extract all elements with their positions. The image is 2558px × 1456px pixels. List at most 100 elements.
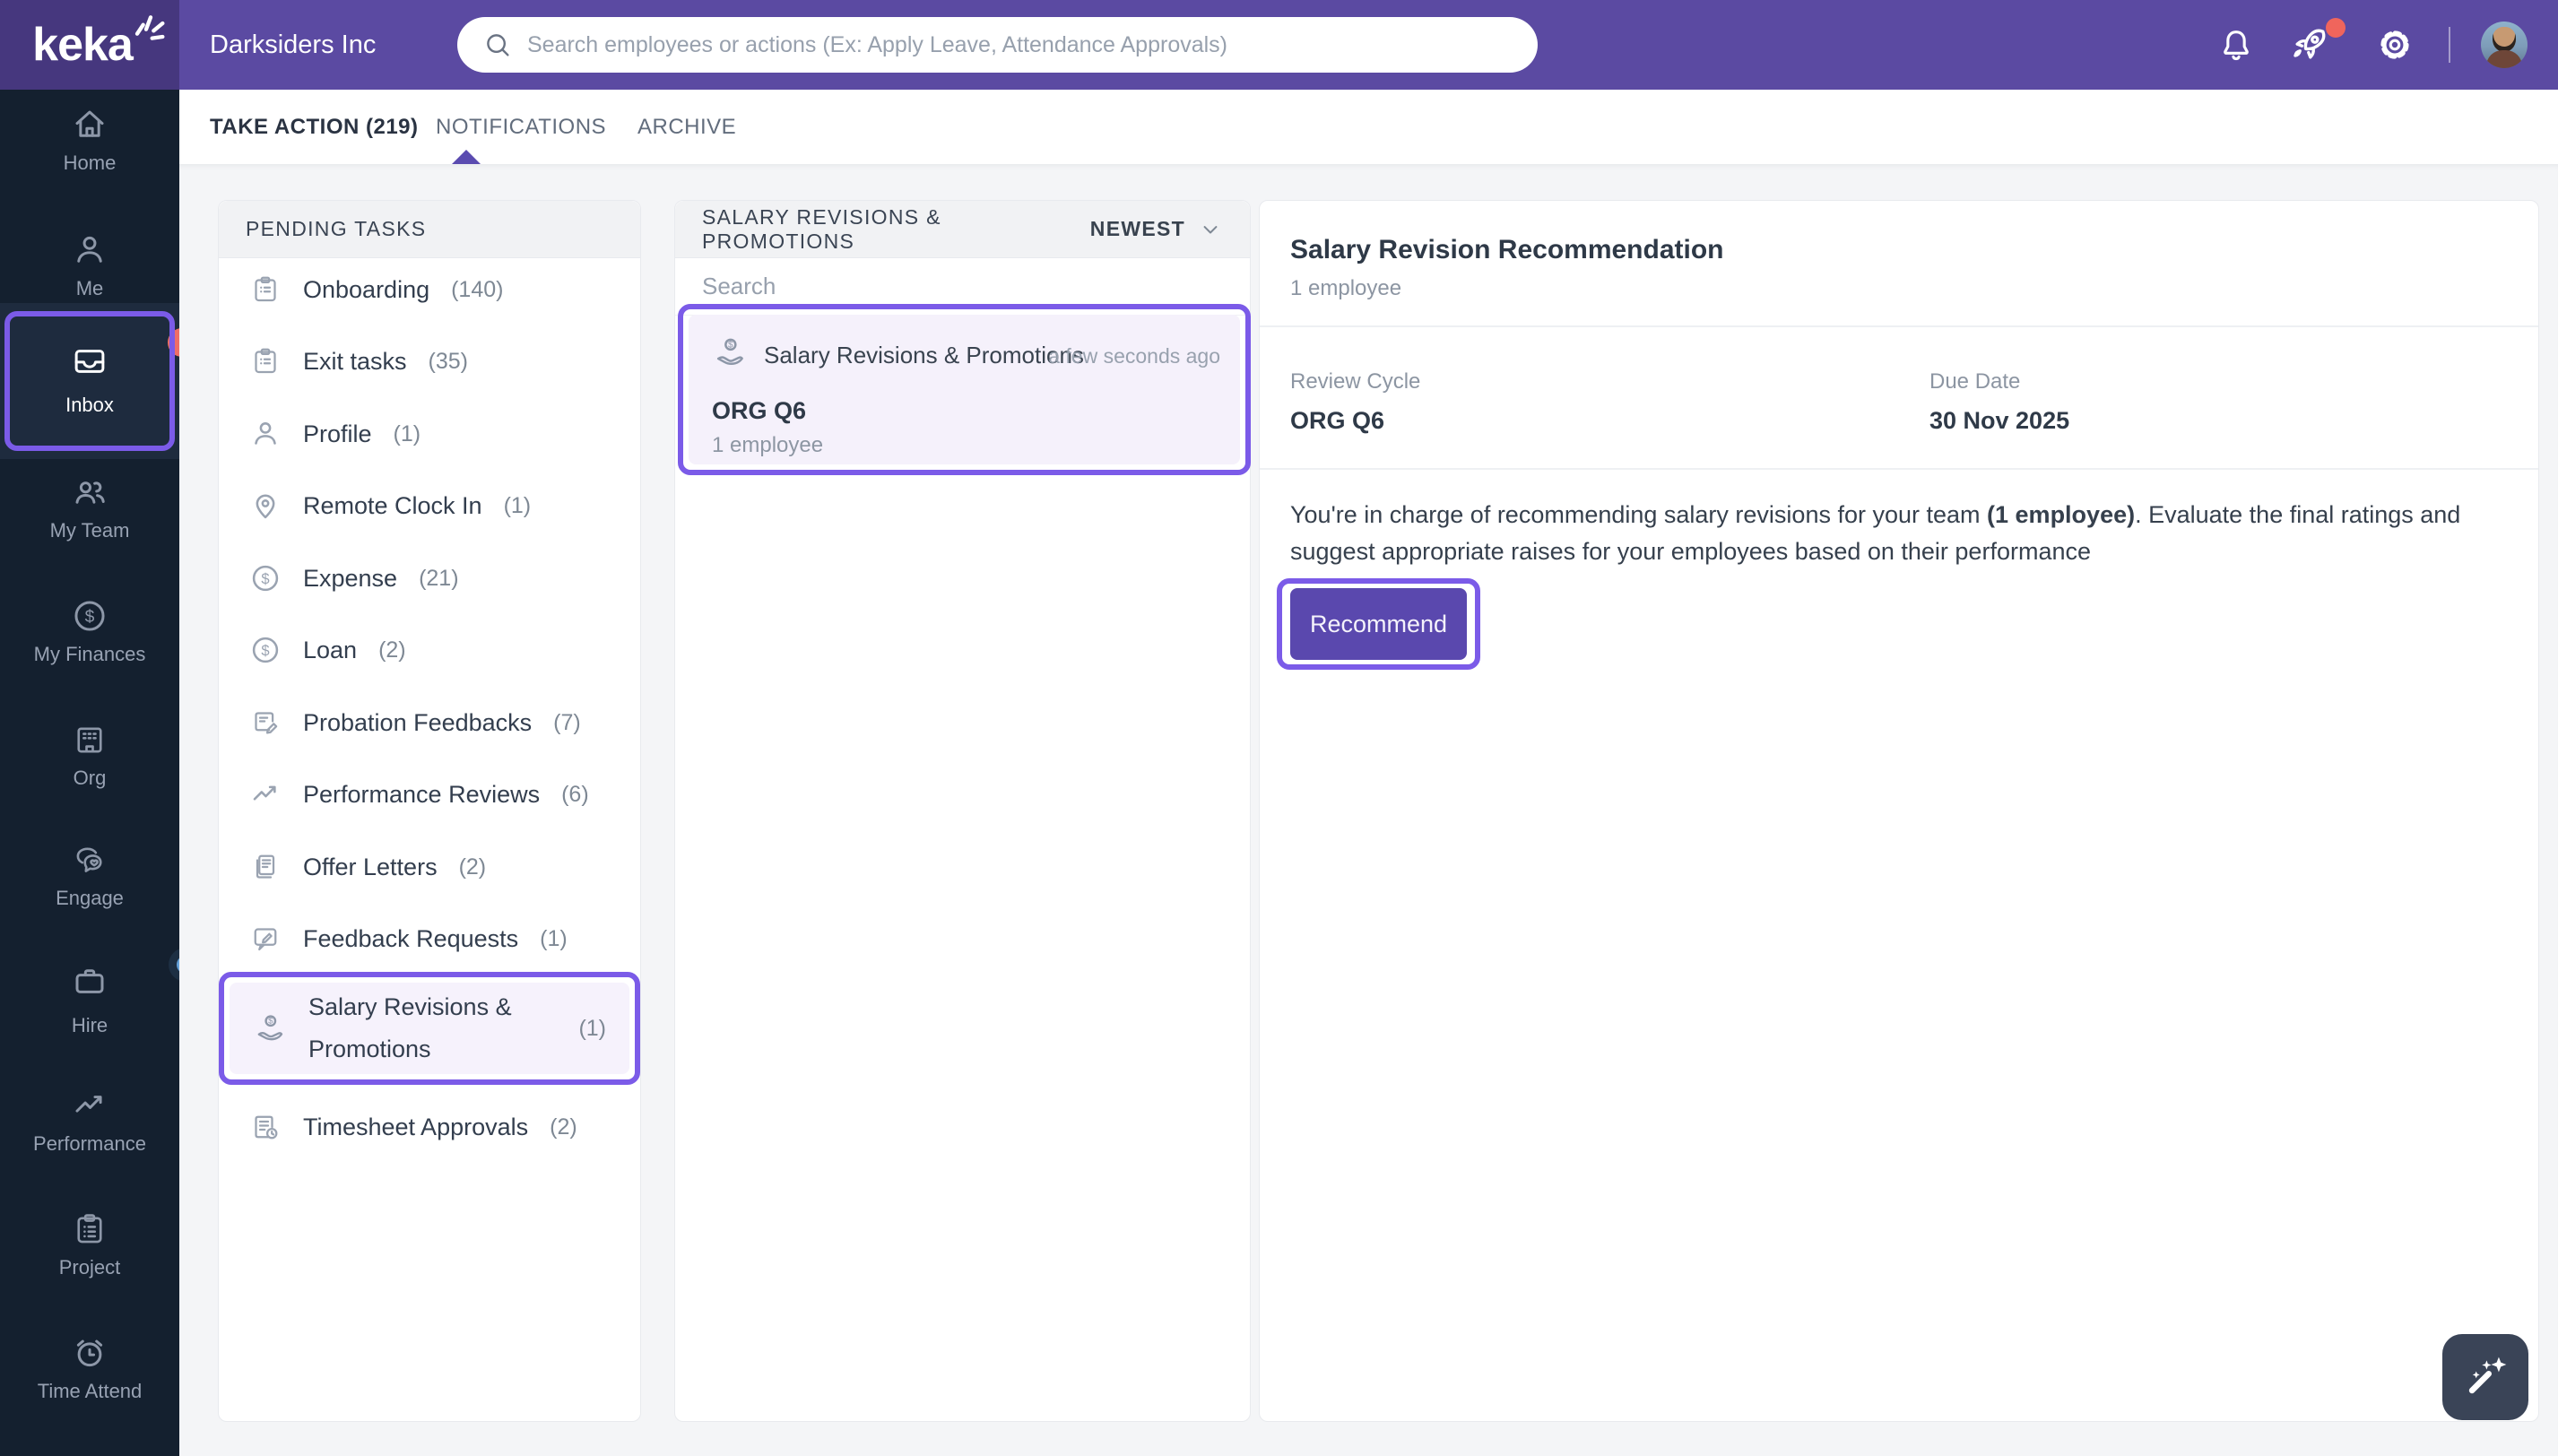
task-exit-tasks[interactable]: Exit tasks(35) xyxy=(219,325,640,397)
tab-archive[interactable]: ARCHIVE xyxy=(637,90,736,164)
task-count: (1) xyxy=(578,1016,606,1042)
timesheet-icon xyxy=(249,1111,282,1143)
logo-spark-icon xyxy=(133,13,169,43)
task-performance-reviews[interactable]: Performance Reviews (6) xyxy=(219,758,640,830)
building-icon xyxy=(71,721,108,758)
active-tab-indicator xyxy=(451,150,481,165)
document-pen-icon xyxy=(249,706,282,739)
salary-revision-card[interactable]: $ Salary Revisions & Promotions a few se… xyxy=(689,315,1240,464)
svg-text:$: $ xyxy=(261,643,269,659)
sidebar-item-engage[interactable]: Engage xyxy=(0,841,179,910)
task-profile[interactable]: Profile(1) xyxy=(219,398,640,470)
sidebar-item-time-attend[interactable]: Time Attend xyxy=(0,1334,179,1403)
detail-title: Salary Revision Recommendation xyxy=(1290,235,1724,265)
ai-assistant-button[interactable] xyxy=(2442,1334,2528,1420)
sidebar-item-inbox[interactable]: 219 Inbox xyxy=(0,342,179,417)
task-offer-letters[interactable]: Offer Letters(2) xyxy=(219,831,640,903)
task-label: Offer Letters xyxy=(303,854,438,881)
task-expense[interactable]: $ Expense(21) xyxy=(219,542,640,614)
task-feedback-requests[interactable]: Feedback Requests(1) xyxy=(219,903,640,975)
person-icon xyxy=(71,231,108,269)
task-probation-feedbacks[interactable]: Probation Feedbacks(7) xyxy=(219,687,640,758)
pending-tasks-panel: PENDING TASKS Onboarding(140) Exit tasks… xyxy=(218,200,641,1422)
dollar-circle-icon: $ xyxy=(71,597,108,635)
task-label: Onboarding xyxy=(303,276,429,304)
rocket-badge-dot xyxy=(2326,18,2346,38)
task-label: Feedback Requests xyxy=(303,925,518,953)
list-header: SALARY REVISIONS & PROMOTIONS NEWEST xyxy=(675,201,1250,258)
sidebar-item-label: My Team xyxy=(50,519,130,542)
recommend-button[interactable]: Recommend xyxy=(1290,588,1467,660)
task-remote-clock-in[interactable]: Remote Clock In (1) xyxy=(219,470,640,542)
trend-icon xyxy=(249,778,282,810)
sidebar-item-home[interactable]: Home xyxy=(0,106,179,175)
sidebar-item-label: Hire xyxy=(72,1014,108,1037)
sort-dropdown[interactable]: NEWEST xyxy=(1090,217,1223,242)
svg-text:$: $ xyxy=(268,1017,273,1027)
task-label: Exit tasks xyxy=(303,348,407,376)
task-label: Remote Clock In xyxy=(303,492,482,520)
app-root: keka Darksiders Inc xyxy=(0,0,2558,1456)
sidebar-item-hire[interactable]: Hire xyxy=(0,963,179,1037)
sidebar-item-performance[interactable]: Performance xyxy=(0,1087,179,1156)
keka-logo[interactable]: keka xyxy=(0,0,179,90)
sidebar-item-me[interactable]: Me xyxy=(0,231,179,300)
chat-pen-icon xyxy=(249,923,282,955)
user-avatar[interactable] xyxy=(2481,22,2528,68)
detail-subtitle: 1 employee xyxy=(1290,276,1401,301)
detail-description: You're in charge of recommending salary … xyxy=(1290,497,2496,570)
dollar-circle-icon: $ xyxy=(249,634,282,666)
salary-revisions-list-panel: SALARY REVISIONS & PROMOTIONS NEWEST $ S… xyxy=(674,200,1251,1422)
magic-wand-icon xyxy=(2460,1352,2510,1402)
sidebar-item-project[interactable]: Project xyxy=(0,1210,179,1279)
tab-take-action[interactable]: TAKE ACTION (219) xyxy=(210,90,419,164)
sort-label: NEWEST xyxy=(1090,217,1185,241)
task-timesheet-approvals[interactable]: Timesheet Approvals (2) xyxy=(219,1091,640,1163)
annotation-list-card: $ Salary Revisions & Promotions a few se… xyxy=(678,304,1251,475)
review-cycle-field: Review Cycle ORG Q6 xyxy=(1290,369,1420,435)
card-timestamp: a few seconds ago xyxy=(1048,344,1220,368)
list-search-input[interactable] xyxy=(702,273,1223,300)
gear-icon[interactable] xyxy=(2375,25,2415,65)
task-label: Probation Feedbacks xyxy=(303,709,532,737)
avatar-body xyxy=(2486,50,2522,68)
inbox-icon xyxy=(71,342,108,380)
company-name: Darksiders Inc xyxy=(210,0,376,90)
task-count: (2) xyxy=(550,1114,577,1140)
chat-heart-icon xyxy=(71,841,108,879)
detail-panel: Salary Revision Recommendation 1 employe… xyxy=(1259,200,2539,1422)
task-loan[interactable]: $ Loan(2) xyxy=(219,614,640,686)
sidebar-item-org[interactable]: Org xyxy=(0,721,179,790)
svg-text:$: $ xyxy=(261,571,269,587)
task-salary-revisions[interactable]: $ Salary Revisions & Promotions (1) xyxy=(230,983,629,1074)
task-onboarding[interactable]: Onboarding(140) xyxy=(219,254,640,325)
list-search[interactable] xyxy=(675,258,1250,316)
due-date-field: Due Date 30 Nov 2025 xyxy=(1929,369,2069,435)
clipboard-icon xyxy=(71,1210,108,1248)
task-count: (6) xyxy=(561,782,589,808)
global-search[interactable] xyxy=(457,17,1538,73)
team-icon xyxy=(71,473,108,511)
review-cycle-label: Review Cycle xyxy=(1290,369,1420,394)
due-date-label: Due Date xyxy=(1929,369,2069,394)
documents-icon xyxy=(249,851,282,883)
global-search-input[interactable] xyxy=(527,32,1513,58)
sidebar-item-label: Engage xyxy=(56,887,124,910)
rocket-icon[interactable] xyxy=(2288,23,2331,66)
sidebar-item-my-finances[interactable]: $ My Finances xyxy=(0,597,179,666)
svg-text:$: $ xyxy=(728,340,733,350)
due-date-value: 30 Nov 2025 xyxy=(1929,407,2069,435)
card-title: Salary Revisions & Promotions xyxy=(764,342,1084,369)
person-icon xyxy=(249,418,282,450)
annotation-salary-task: $ Salary Revisions & Promotions (1) xyxy=(219,972,640,1085)
sidebar-item-my-team[interactable]: My Team xyxy=(0,473,179,542)
task-label: Performance Reviews xyxy=(303,781,540,809)
briefcase-icon xyxy=(71,963,108,1001)
sidebar-item-label: Time Attend xyxy=(38,1380,143,1403)
task-count: (1) xyxy=(504,493,532,519)
inbox-tab-bar: TAKE ACTION (219) NOTIFICATIONS ARCHIVE xyxy=(179,90,2558,164)
bell-icon[interactable] xyxy=(2216,25,2256,65)
sidebar-item-label: Org xyxy=(74,767,107,790)
task-label: Loan xyxy=(303,637,357,664)
task-label: Timesheet Approvals xyxy=(303,1114,528,1141)
